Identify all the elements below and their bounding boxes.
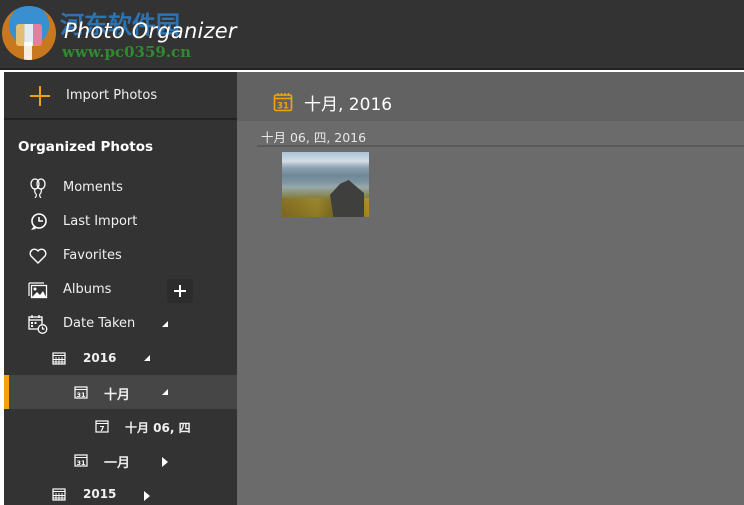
watermark-url: www.pc0359.cn [62, 43, 192, 61]
title-bar: 河东软件园 Photo Organizer www.pc0359.cn [0, 0, 744, 70]
main-header: 31 十月, 2016 [237, 72, 744, 121]
svg-text:31: 31 [76, 459, 86, 467]
tree-item-2016[interactable]: 2016 [4, 341, 237, 375]
tree-item-october-06[interactable]: 7 十月 06, 四 [4, 409, 237, 443]
import-photos-button[interactable]: Import Photos [4, 72, 237, 120]
sidebar-item-albums[interactable]: Albums [4, 273, 237, 307]
sidebar: Import Photos Organized Photos Moments L… [4, 72, 237, 505]
sidebar-item-label: Date Taken [63, 316, 136, 331]
sidebar-item-label: Moments [63, 180, 123, 195]
tree-item-label: 十月 06, 四 [125, 421, 191, 435]
sidebar-item-date-taken[interactable]: Date Taken [4, 307, 237, 341]
app-title: Photo Organizer [64, 19, 237, 43]
svg-text:31: 31 [277, 102, 289, 112]
calendar-31-icon: 31 [273, 93, 293, 112]
tree-item-january[interactable]: 31 一月 [4, 443, 237, 477]
calendar-grid-icon [52, 488, 66, 501]
sidebar-item-moments[interactable]: Moments [4, 171, 237, 205]
clock-arrow-icon [31, 213, 47, 230]
sidebar-item-last-import[interactable]: Last Import [4, 205, 237, 239]
sidebar-item-favorites[interactable]: Favorites [4, 239, 237, 273]
import-photos-label: Import Photos [66, 88, 158, 103]
thumbnail-rock [330, 180, 364, 217]
heart-icon [29, 248, 47, 264]
svg-text:7: 7 [100, 425, 105, 433]
sidebar-item-label: Last Import [63, 214, 138, 229]
sidebar-item-label: Albums [63, 282, 112, 297]
tree-item-october[interactable]: 31 十月 [4, 375, 237, 409]
tree-item-label: 一月 [104, 456, 131, 471]
section-title: Organized Photos [18, 139, 154, 155]
image-icon [28, 282, 48, 299]
collapse-caret-icon[interactable] [162, 389, 168, 395]
tree-item-label: 2015 [83, 487, 117, 501]
balloons-icon [30, 178, 46, 198]
calendar-31-icon: 31 [74, 386, 88, 399]
tree-item-label: 十月 [104, 388, 131, 403]
expand-caret-icon[interactable] [144, 491, 150, 501]
expand-caret-icon[interactable] [162, 457, 168, 467]
collapse-caret-icon[interactable] [144, 355, 150, 361]
calendar-clock-icon [28, 315, 48, 334]
day-group-header: 十月 06, 四, 2016 [261, 130, 367, 145]
collapse-caret-icon[interactable] [162, 321, 168, 327]
main-content: 31 十月, 2016 十月 06, 四, 2016 [237, 72, 744, 505]
page-title: 十月, 2016 [304, 95, 393, 115]
plus-icon [30, 86, 50, 106]
svg-text:31: 31 [76, 391, 86, 399]
tree-item-2015[interactable]: 2015 [4, 477, 237, 505]
calendar-31-icon: 31 [74, 454, 88, 467]
calendar-day-icon: 7 [95, 420, 109, 433]
sidebar-item-label: Favorites [63, 248, 122, 263]
divider [257, 145, 744, 147]
app-logo-icon [2, 6, 56, 60]
photo-thumbnail[interactable] [282, 152, 369, 217]
calendar-grid-icon [52, 352, 66, 365]
tree-item-label: 2016 [83, 351, 117, 365]
add-album-button[interactable] [167, 279, 193, 303]
